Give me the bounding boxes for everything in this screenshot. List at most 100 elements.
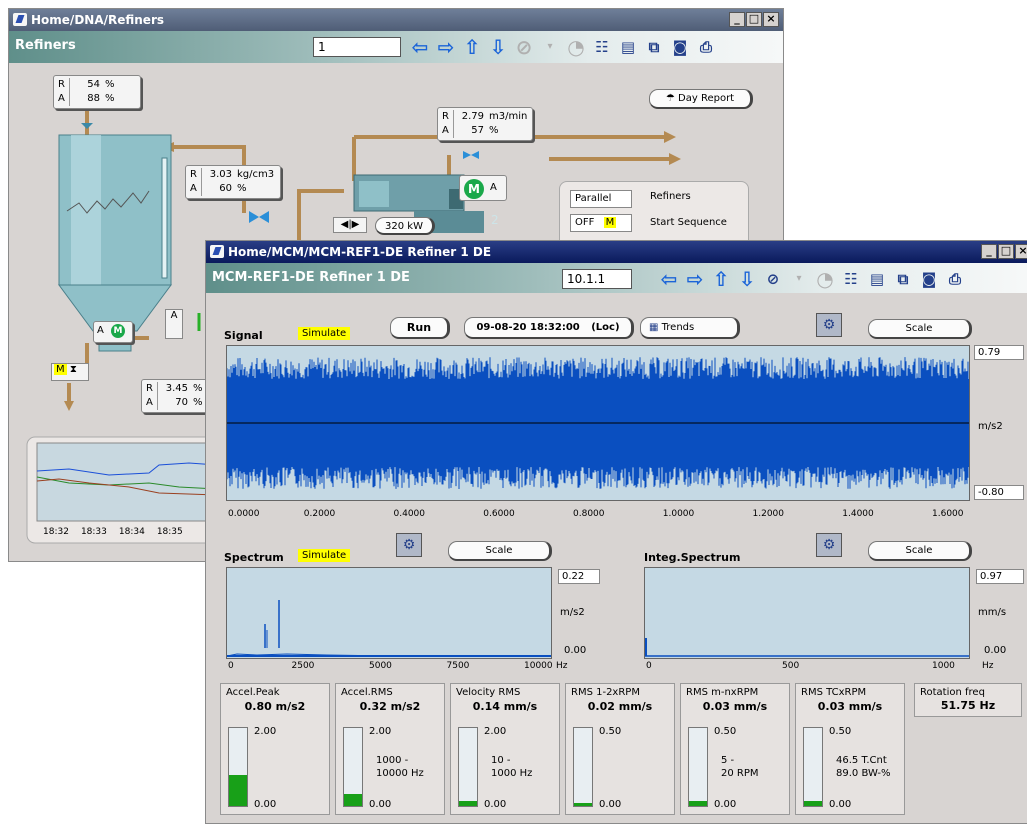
maximize-button[interactable]: □ bbox=[746, 12, 762, 27]
up-arrow-icon[interactable]: ⇧ bbox=[461, 36, 483, 58]
trend-time: 18:32 bbox=[43, 527, 69, 537]
integ-spectrum-label: Integ.Spectrum bbox=[644, 551, 741, 564]
spectrum-max-value[interactable]: 0.22 bbox=[558, 569, 600, 584]
gauge-velocity-rms[interactable]: Velocity RMS 0.14 mm/s 2.00 10 - 1000 Hz 0.0… bbox=[450, 683, 560, 815]
tree-icon[interactable]: ☷ bbox=[840, 268, 862, 290]
r-value: 2.79 bbox=[461, 111, 484, 122]
trends-label: Trends bbox=[661, 322, 695, 333]
r-label: R bbox=[190, 168, 202, 182]
integ-spectrum-trace bbox=[645, 638, 969, 657]
down-arrow-icon[interactable]: ⇩ bbox=[487, 36, 509, 58]
dropdown-icon[interactable]: ▾ bbox=[539, 36, 561, 58]
axis-tick-label: 2500 bbox=[291, 661, 315, 671]
signal-plot[interactable] bbox=[226, 345, 970, 501]
settings-icon[interactable]: ⚙ bbox=[396, 533, 422, 557]
back-arrow-icon[interactable]: ⇦ bbox=[409, 36, 431, 58]
run-button[interactable]: Run bbox=[390, 317, 450, 339]
gauge-range: 1000 - 10000 Hz bbox=[376, 755, 424, 779]
flow-box[interactable]: R 2.79 m3/min A 57% bbox=[437, 107, 533, 141]
preview-icon[interactable]: ⧉ bbox=[643, 36, 665, 58]
spectrum-simulate-badge: Simulate bbox=[298, 549, 351, 562]
bottom-valve-control[interactable]: M ⧗ bbox=[51, 363, 89, 381]
refiners-titlebar[interactable]: Home/DNA/Refiners _ □ × bbox=[9, 9, 783, 31]
print-icon[interactable]: ▤ bbox=[617, 36, 639, 58]
agitator-motor-control[interactable]: A M bbox=[93, 321, 133, 343]
preview-icon[interactable]: ⧉ bbox=[892, 268, 914, 290]
integ-spectrum-plot[interactable] bbox=[644, 567, 970, 659]
close-button[interactable]: × bbox=[763, 12, 779, 27]
gauge-accel-peak[interactable]: Accel.Peak 0.80 m/s2 2.00 0.00 bbox=[220, 683, 330, 815]
gauge-accel-rms[interactable]: Accel.RMS 0.32 m/s2 2.00 1000 - 10000 Hz 0.0… bbox=[335, 683, 445, 815]
forward-arrow-icon[interactable]: ⇨ bbox=[435, 36, 457, 58]
export-icon[interactable]: ⎙ bbox=[944, 268, 966, 290]
page-title: MCM-REF1-DE Refiner 1 DE bbox=[212, 270, 410, 285]
day-report-button[interactable]: ☂ Day Report bbox=[649, 89, 753, 109]
refiners-label: Refiners bbox=[650, 191, 691, 202]
gauge-icon[interactable]: ◔ bbox=[565, 36, 587, 58]
down-arrow-icon[interactable]: ⇩ bbox=[736, 268, 758, 290]
signal-scale-button[interactable]: Scale bbox=[868, 319, 972, 339]
maximize-button[interactable]: □ bbox=[998, 244, 1014, 259]
back-arrow-icon[interactable]: ⇦ bbox=[658, 268, 680, 290]
gauge-unit: mm/s bbox=[618, 700, 653, 713]
up-arrow-icon[interactable]: ⇧ bbox=[710, 268, 732, 290]
integ-max-value[interactable]: 0.97 bbox=[976, 569, 1024, 584]
valve-auto-control[interactable]: A bbox=[165, 309, 183, 339]
gauge-number: 0.02 bbox=[587, 700, 615, 713]
gauge-rms-tcxrpm[interactable]: RMS TCxRPM 0.03 mm/s 0.50 46.5 T.Cnt 89.0 B… bbox=[795, 683, 905, 815]
gap-adjust-control[interactable]: ◀|▶ bbox=[333, 217, 367, 233]
timestamp-readout[interactable]: 09-08-20 18:32:00 (Loc) bbox=[464, 317, 634, 339]
parallel-mode-field[interactable]: Parallel bbox=[570, 190, 632, 208]
forward-arrow-icon[interactable]: ⇨ bbox=[684, 268, 706, 290]
signal-max-value[interactable]: 0.79 bbox=[974, 345, 1024, 360]
spectrum-plot[interactable] bbox=[226, 567, 552, 659]
settings-icon[interactable]: ⚙ bbox=[816, 313, 842, 337]
gauge-icon[interactable]: ◔ bbox=[814, 268, 836, 290]
minimize-button[interactable]: _ bbox=[729, 12, 745, 27]
gauge-value: 0.03 mm/s bbox=[681, 700, 789, 713]
consistency-box[interactable]: R 3.03 kg/cm3 A 60% bbox=[185, 165, 281, 199]
refiner-motor-control[interactable]: M A bbox=[459, 175, 507, 201]
gauge-rms-1-2xrpm[interactable]: RMS 1-2xRPM 0.02 mm/s 0.50 0.00 bbox=[565, 683, 675, 815]
axis-tick-label: 0.2000 bbox=[303, 509, 336, 519]
rotation-freq-readout[interactable]: Rotation freq 51.75 Hz bbox=[914, 683, 1022, 717]
motor-icon: M bbox=[464, 179, 484, 199]
dropdown-icon[interactable]: ▾ bbox=[788, 268, 810, 290]
integ-scale-button[interactable]: Scale bbox=[868, 541, 972, 561]
window-buttons: _ □ × bbox=[729, 12, 779, 27]
export-icon[interactable]: ⎙ bbox=[695, 36, 717, 58]
level-input[interactable]: 10.1.1 bbox=[562, 269, 632, 289]
axis-tick-label: 500 bbox=[782, 661, 800, 671]
signal-min-value[interactable]: -0.80 bbox=[974, 485, 1024, 500]
minimize-button[interactable]: _ bbox=[981, 244, 997, 259]
gauge-label: RMS 1-2xRPM bbox=[571, 687, 640, 698]
gauge-unit: mm/s bbox=[733, 700, 768, 713]
print-icon[interactable]: ▤ bbox=[866, 268, 888, 290]
camera-icon[interactable]: ◙ bbox=[669, 36, 691, 58]
auto-label: A bbox=[170, 310, 178, 321]
dilution-box[interactable]: R 3.45% A 70% bbox=[141, 379, 211, 413]
level-input[interactable]: 1 bbox=[313, 37, 401, 57]
camera-icon[interactable]: ◙ bbox=[918, 268, 940, 290]
gauge-rms-m-nxrpm[interactable]: RMS m-nxRPM 0.03 mm/s 0.50 5 - 20 RPM 0.00 bbox=[680, 683, 790, 815]
history-icon[interactable]: ⊘ bbox=[762, 268, 784, 290]
gauge-number: 0.80 bbox=[244, 700, 272, 713]
settings-icon[interactable]: ⚙ bbox=[816, 533, 842, 557]
gauge-fill bbox=[459, 800, 477, 806]
power-readout[interactable]: 320 kW bbox=[375, 217, 435, 235]
start-sequence-toggle[interactable]: OFF M bbox=[570, 214, 632, 232]
spectrum-trace bbox=[226, 600, 551, 657]
r-value: 54 bbox=[87, 79, 100, 90]
app-icon bbox=[210, 245, 224, 258]
trends-button[interactable]: ▦ Trends bbox=[640, 317, 740, 339]
spectrum-scale-button[interactable]: Scale bbox=[448, 541, 552, 561]
mcm-titlebar[interactable]: Home/MCM/MCM-REF1-DE Refiner 1 DE _ □ × bbox=[206, 241, 1027, 263]
tank-level-box[interactable]: R 54% A 88% bbox=[53, 75, 141, 109]
tree-icon[interactable]: ☷ bbox=[591, 36, 613, 58]
auto-label: A bbox=[97, 325, 104, 336]
a-label: A bbox=[58, 92, 70, 106]
gauge-bar bbox=[688, 727, 708, 807]
history-icon[interactable]: ⊘ bbox=[513, 36, 535, 58]
close-button[interactable]: × bbox=[1015, 244, 1027, 259]
gauge-range: 5 - 20 RPM bbox=[721, 755, 759, 779]
